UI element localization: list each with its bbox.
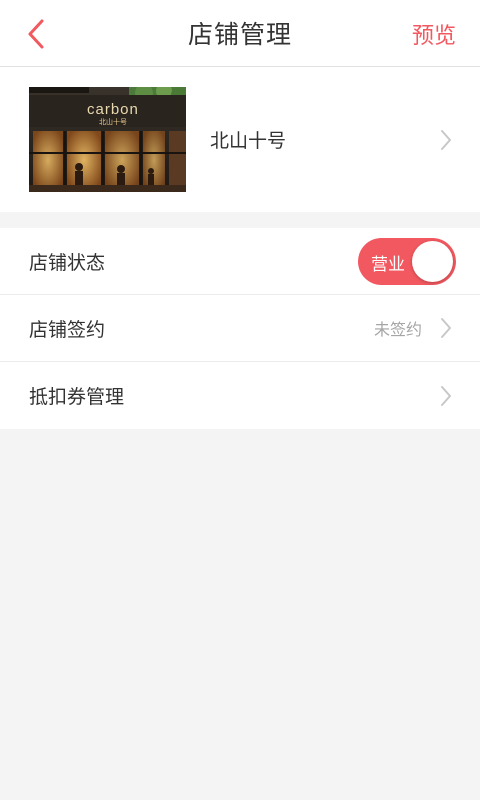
- store-info-card[interactable]: carbon 北山十号 北山十号: [0, 67, 480, 212]
- chevron-right-icon: [436, 384, 456, 408]
- store-status-row: 店铺状态 营业: [0, 228, 480, 295]
- store-sign-subtext: 北山十号: [99, 117, 127, 126]
- store-photo: carbon 北山十号: [29, 87, 186, 192]
- settings-list: 店铺状态 营业 店铺签约 未签约 抵扣券管理: [0, 228, 480, 429]
- chevron-right-icon: [436, 316, 456, 340]
- store-status-label: 店铺状态: [29, 251, 106, 274]
- preview-button[interactable]: 预览: [412, 18, 456, 50]
- store-contract-row[interactable]: 店铺签约 未签约: [0, 295, 480, 362]
- top-navbar: 店铺管理 预览: [0, 0, 480, 67]
- chevron-right-icon: [436, 128, 456, 152]
- store-sign-text: carbon: [87, 101, 139, 118]
- store-contract-value: 未签约: [373, 320, 422, 339]
- store-status-toggle[interactable]: 营业: [358, 237, 456, 285]
- chevron-left-icon: [28, 19, 44, 49]
- storefront-image: carbon 北山十号: [29, 87, 186, 192]
- store-name: 北山十号: [210, 130, 287, 152]
- back-button[interactable]: [20, 16, 52, 52]
- page-title: 店铺管理: [187, 20, 292, 49]
- store-contract-label: 店铺签约: [29, 318, 106, 341]
- toggle-knob: [412, 240, 453, 282]
- coupon-management-row[interactable]: 抵扣券管理: [0, 362, 480, 429]
- toggle-text: 营业: [371, 254, 405, 275]
- coupon-management-label: 抵扣券管理: [29, 386, 125, 408]
